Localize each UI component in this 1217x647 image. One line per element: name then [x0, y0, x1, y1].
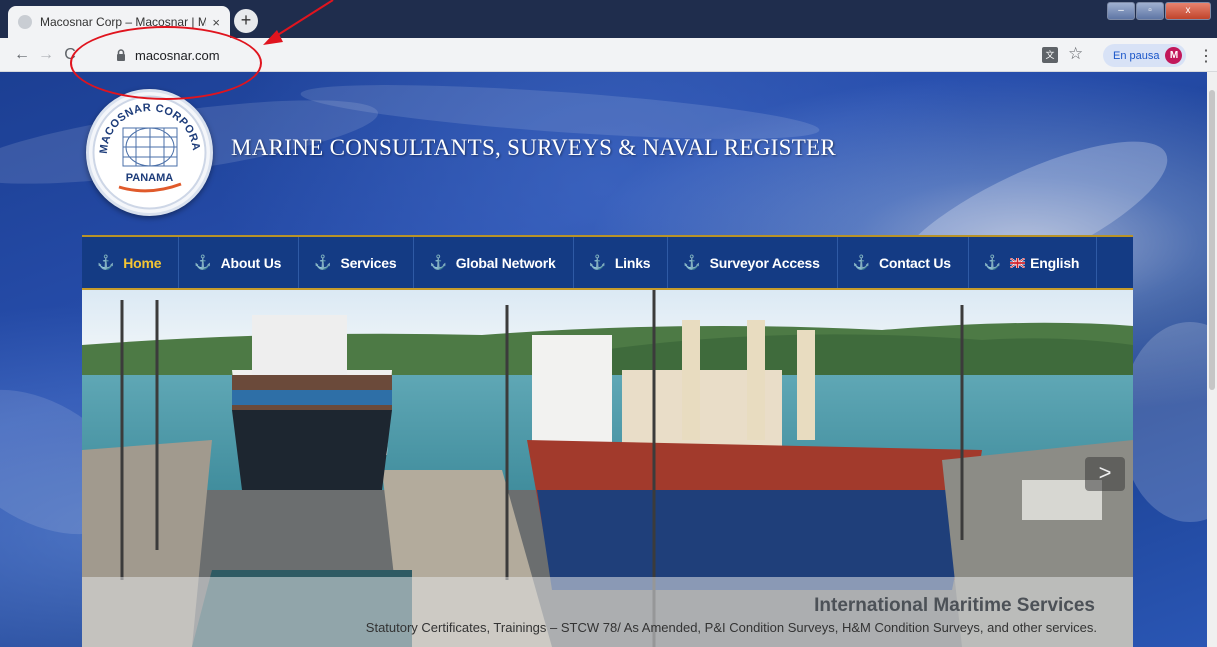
tab-title: Macosnar Corp – Macosnar | M...	[40, 15, 207, 29]
anchor-icon: ⚓	[194, 254, 212, 270]
window-close-button[interactable]: x	[1165, 2, 1211, 20]
anchor-icon: ⚓	[314, 254, 332, 270]
nav-item-links[interactable]: ⚓ Links	[574, 237, 669, 288]
slider-next-button[interactable]: >	[1085, 457, 1125, 491]
anchor-icon: ⚓	[588, 254, 606, 270]
nav-label: About Us	[220, 254, 282, 271]
nav-label: Home	[123, 254, 162, 271]
nav-item-contact-us[interactable]: ⚓ Contact Us	[838, 237, 969, 288]
anchor-icon: ⚓	[983, 254, 1002, 270]
hero-slider[interactable]: > International Maritime Services Statut…	[82, 290, 1133, 647]
pause-label: En pausa	[1113, 49, 1160, 62]
browser-titlebar: Macosnar Corp – Macosnar | M... × + – ▫ …	[0, 0, 1217, 38]
anchor-icon: ⚓	[852, 254, 870, 270]
globe-icon	[18, 15, 32, 29]
avatar: M	[1165, 47, 1183, 64]
back-arrow-icon[interactable]: ←	[10, 46, 34, 64]
scrollbar-thumb[interactable]	[1209, 90, 1215, 390]
bookmark-star-icon[interactable]: ☆	[1068, 44, 1083, 64]
browser-tab[interactable]: Macosnar Corp – Macosnar | M... ×	[8, 6, 230, 38]
logo-text-bottom: PANAMA	[126, 172, 174, 184]
address-bar[interactable]: macosnar.com	[100, 43, 1090, 67]
page-scrollbar[interactable]	[1207, 72, 1217, 647]
nav-item-surveyor-access[interactable]: ⚓ Surveyor Access	[668, 237, 838, 288]
minimize-button[interactable]: –	[1107, 2, 1135, 20]
nav-item-global-network[interactable]: ⚓ Global Network	[414, 237, 574, 288]
window-controls: – ▫ x	[1106, 2, 1211, 20]
browser-toolbar: ← → C macosnar.com 文 ☆ En pausa M ⋮	[0, 38, 1217, 72]
caption-title: International Maritime Services	[814, 595, 1095, 616]
wave-highlight	[1120, 322, 1207, 522]
nav-label: Global Network	[455, 254, 556, 271]
close-tab-icon[interactable]: ×	[212, 15, 220, 30]
site-title: MARINE CONSULTANTS, SURVEYS & NAVAL REGI…	[231, 135, 837, 160]
forward-arrow-icon[interactable]: →	[34, 46, 58, 64]
new-tab-button[interactable]: +	[234, 9, 258, 33]
anchor-icon: ⚓	[683, 254, 701, 270]
nav-item-about-us[interactable]: ⚓ About Us	[179, 237, 300, 288]
slider-caption: International Maritime Services Statutor…	[82, 577, 1133, 647]
nav-label: Contact Us	[878, 254, 951, 271]
kebab-menu-icon[interactable]: ⋮	[1198, 46, 1214, 66]
maximize-button[interactable]: ▫	[1136, 2, 1164, 20]
nav-item-services[interactable]: ⚓ Services	[299, 237, 415, 288]
nav-label: English	[1030, 254, 1080, 271]
nav-item-language[interactable]: ⚓ English	[969, 237, 1098, 288]
profile-pause-chip[interactable]: En pausa M	[1103, 44, 1187, 67]
anchor-icon: ⚓	[429, 254, 447, 270]
reload-icon[interactable]: C	[58, 46, 82, 64]
url-text: macosnar.com	[135, 47, 220, 63]
nav-label: Services	[340, 254, 397, 271]
nav-label: Links	[614, 254, 651, 271]
lock-icon	[117, 49, 125, 61]
logo-emblem: MACOSNAR CORPORATION PANAMA	[84, 83, 207, 210]
translate-icon[interactable]: 文	[1042, 47, 1058, 63]
nav-item-home[interactable]: ⚓ Home	[82, 237, 180, 288]
company-logo[interactable]: MACOSNAR CORPORATION PANAMA	[84, 83, 213, 216]
anchor-icon: ⚓	[97, 254, 115, 270]
main-navbar: ⚓ Home ⚓ About Us ⚓ Services ⚓ Global Ne…	[82, 235, 1133, 290]
caption-text: Statutory Certificates, Trainings – STCW…	[365, 620, 1097, 635]
uk-flag-icon	[1010, 257, 1026, 268]
nav-label: Surveyor Access	[709, 254, 820, 271]
